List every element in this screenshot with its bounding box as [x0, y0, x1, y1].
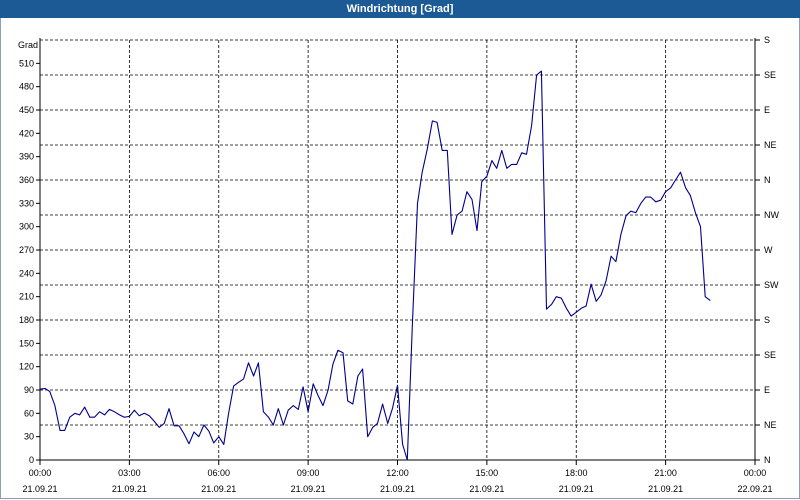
y2-tick-label: SW: [764, 280, 779, 290]
y2-tick-label: NE: [764, 140, 777, 150]
y-tick-label: 150: [19, 338, 34, 348]
y2-tick-label: NW: [764, 210, 779, 220]
y-tick-label: 180: [19, 315, 34, 325]
y-tick-label: 360: [19, 175, 34, 185]
y2-tick-label: S: [764, 35, 770, 45]
x-tick-time-label: 00:00: [29, 468, 52, 478]
y-tick-label: 120: [19, 362, 34, 372]
x-tick-date-label: 21.09.21: [469, 484, 504, 494]
x-tick-time-label: 12:00: [386, 468, 409, 478]
x-tick-time-label: 21:00: [654, 468, 677, 478]
y-axis-label: Grad: [18, 40, 38, 50]
y2-tick-label: W: [764, 245, 773, 255]
x-tick-time-label: 18:00: [565, 468, 588, 478]
x-tick-date-label: 21.09.21: [201, 484, 236, 494]
y2-tick-label: SE: [764, 350, 776, 360]
y2-tick-label: S: [764, 315, 770, 325]
y2-tick-label: NE: [764, 420, 777, 430]
y-tick-label: 390: [19, 152, 34, 162]
grid: [39, 39, 756, 461]
series-line: [39, 70, 711, 461]
y-axis: 0 30 60 90 120 150 180 210 240 270 300 330 360 390 420…: [19, 38, 41, 465]
y-tick-label: 330: [19, 198, 34, 208]
y-tick-label: 420: [19, 128, 34, 138]
y-tick-label: 240: [19, 268, 34, 278]
y-tick-label: 30: [24, 432, 34, 442]
y-tick-label: 0: [29, 455, 34, 465]
y-tick-label: 450: [19, 105, 34, 115]
x-tick-time-label: 15:00: [476, 468, 499, 478]
y2-tick-label: N: [764, 455, 771, 465]
x-tick-date-label: 22.09.21: [737, 484, 772, 494]
x-tick-date-label: 21.09.21: [22, 484, 57, 494]
y2-axis: N NE E SE S SW W NW N NE E SE S: [754, 35, 779, 465]
y-tick-label: 510: [19, 58, 34, 68]
x-tick-time-label: 09:00: [297, 468, 320, 478]
y2-tick-label: N: [764, 175, 771, 185]
y-tick-label: 60: [24, 408, 34, 418]
x-tick-time-label: 06:00: [207, 468, 230, 478]
series-group: [39, 70, 711, 461]
x-tick-date-label: 21.09.21: [648, 484, 683, 494]
line-chart: 0 30 60 90 120 150 180 210 240 270 300 330 360 390 420…: [18, 35, 779, 494]
x-tick-time-label: 00:00: [744, 468, 767, 478]
y-tick-label: 90: [24, 385, 34, 395]
y-tick-label: 270: [19, 245, 34, 255]
x-tick-time-label: 03:00: [118, 468, 141, 478]
y2-tick-label: E: [764, 385, 770, 395]
x-axis: 00:00 21.09.21 03:00 21.09.21 06:00 21.09.21 0…: [22, 459, 773, 494]
y-tick-label: 300: [19, 222, 34, 232]
y-tick-label: 210: [19, 292, 34, 302]
y2-tick-label: SE: [764, 70, 776, 80]
y-tick-label: 480: [19, 82, 34, 92]
x-tick-date-label: 21.09.21: [380, 484, 415, 494]
x-tick-date-label: 21.09.21: [291, 484, 326, 494]
x-tick-date-label: 21.09.21: [559, 484, 594, 494]
x-tick-date-label: 21.09.21: [112, 484, 147, 494]
y2-tick-label: E: [764, 105, 770, 115]
